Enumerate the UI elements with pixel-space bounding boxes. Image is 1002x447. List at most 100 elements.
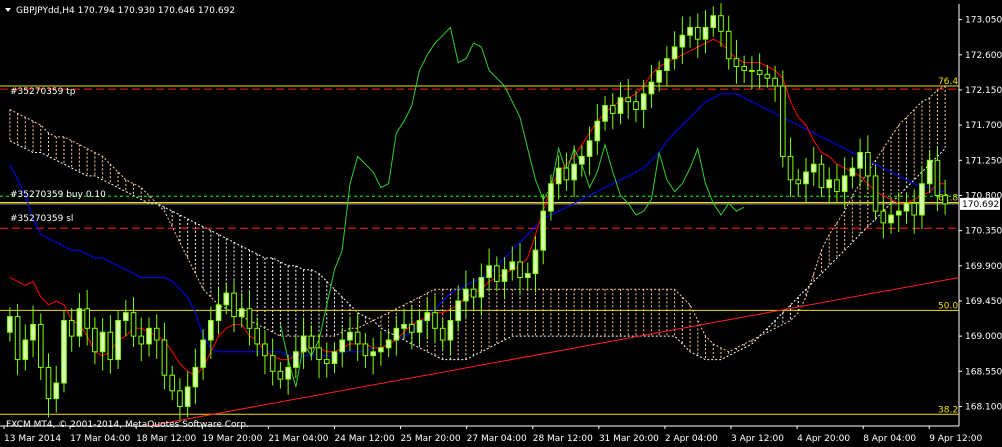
chart-window[interactable]: 76.4 61.8 50.0 38.2 173.050 172.600 172.150 17…	[0, 0, 1002, 447]
bull-candle	[424, 312, 431, 321]
bull-candle	[146, 327, 152, 345]
fib-level-label: 61.8	[938, 193, 958, 203]
bull-candle	[486, 265, 492, 279]
price-axis: 173.050172.600172.150171.700171.250170.8…	[959, 16, 1002, 412]
bear-candle	[107, 331, 114, 361]
bull-candle	[849, 167, 856, 177]
bear-candle	[563, 167, 570, 181]
bull-candle	[841, 175, 848, 193]
price-tick-label: 171.250	[965, 156, 1002, 166]
bull-candle	[238, 308, 245, 318]
bear-candle	[130, 312, 137, 337]
bull-candle	[455, 300, 461, 321]
bull-candle	[53, 382, 60, 400]
bear-candle	[470, 288, 477, 298]
bull-candle	[385, 339, 392, 349]
price-tick-label: 169.000	[965, 332, 1002, 342]
bear-candle	[795, 179, 802, 185]
bear-candle	[277, 370, 284, 380]
bear-candle	[694, 26, 701, 40]
bear-candle	[177, 390, 183, 407]
bull-candle	[285, 366, 291, 380]
time-tick-label: 17 Mar 04:00	[70, 434, 130, 444]
time-tick-label: 4 Apr 20:00	[797, 434, 850, 444]
time-tick-label: 3 Apr 12:00	[731, 434, 784, 444]
time-tick-label: 27 Mar 04:00	[467, 434, 527, 444]
bull-candle	[857, 151, 863, 169]
time-tick-label: 31 Mar 20:00	[599, 434, 659, 444]
time-tick-label: 8 Apr 04:00	[863, 434, 916, 444]
time-tick-label: 18 Mar 12:00	[136, 434, 196, 444]
bull-candle	[293, 351, 299, 368]
bear-candle	[84, 308, 90, 329]
bull-candle	[7, 316, 13, 333]
bear-candle	[865, 151, 871, 177]
bull-candle	[378, 347, 384, 353]
bear-candle	[756, 69, 763, 75]
bull-candle	[76, 308, 83, 337]
bull-candle	[61, 320, 67, 384]
time-tick-label: 13 Mar 2014	[4, 434, 61, 444]
bull-candle	[919, 183, 925, 216]
bull-candle	[401, 323, 407, 329]
bull-candle	[648, 81, 655, 95]
bull-candle	[447, 320, 454, 341]
bull-candle	[594, 120, 601, 142]
bull-candle	[602, 105, 608, 122]
bull-candle	[208, 320, 214, 341]
price-tick-label: 168.550	[965, 367, 1002, 377]
time-tick-label: 19 Mar 20:00	[202, 434, 262, 444]
fib-level-label: 76.4	[938, 77, 958, 87]
bull-candle	[393, 327, 400, 341]
bull-candle	[524, 273, 531, 279]
bear-candle	[153, 327, 160, 341]
bear-candle	[254, 327, 261, 345]
ichimoku-cloud	[9, 85, 946, 361]
bull-candle	[416, 320, 423, 333]
bear-candle	[718, 15, 724, 32]
bull-candle	[640, 93, 647, 110]
bear-candle	[432, 312, 438, 329]
bull-candle	[826, 179, 833, 189]
sl-order-label[interactable]: #35270359 sl	[10, 214, 73, 224]
bull-candle	[810, 163, 817, 173]
fibonacci-levels: 76.4 61.8 50.0 38.2	[0, 77, 959, 415]
bull-candle	[478, 277, 485, 298]
bull-candle	[579, 155, 585, 165]
bull-candle	[30, 323, 36, 341]
bear-candle	[45, 366, 52, 400]
order-levels	[0, 88, 959, 229]
bear-candle	[787, 155, 794, 181]
bear-candle	[362, 343, 369, 357]
price-tick-label: 171.700	[965, 121, 1002, 131]
kijun-sen-line	[9, 93, 946, 357]
bear-candle	[911, 202, 918, 216]
bear-candle	[764, 73, 771, 79]
senkou-span-a-line	[9, 85, 946, 353]
bear-candle	[517, 261, 523, 279]
bull-candle	[710, 15, 717, 28]
tp-order-label[interactable]: #35270359 tp	[10, 87, 76, 97]
price-tick-label: 169.450	[965, 297, 1002, 307]
time-tick-label: 28 Mar 12:00	[533, 434, 593, 444]
bear-candle	[308, 335, 315, 349]
time-tick-label: 9 Apr 12:00	[929, 434, 982, 444]
bull-candle	[184, 386, 191, 407]
bull-candle	[702, 26, 709, 40]
price-tick-label: 173.050	[965, 16, 1002, 26]
bear-candle	[169, 374, 176, 392]
bear-candle	[633, 101, 639, 111]
bull-candle	[671, 46, 678, 60]
bull-candle	[617, 97, 624, 114]
price-chart[interactable]: 76.4 61.8 50.0 38.2 173.050 172.600 172.150 17…	[0, 0, 1002, 447]
bull-candle	[22, 339, 29, 361]
time-tick-label: 25 Mar 20:00	[401, 434, 461, 444]
buy-order-label[interactable]: #35270359 buy 0.10	[10, 190, 106, 200]
bear-candle	[725, 30, 732, 60]
bear-candle	[818, 163, 825, 189]
time-tick-label: 21 Mar 04:00	[268, 434, 328, 444]
bull-candle	[571, 163, 577, 181]
price-tick-label: 170.350	[965, 227, 1002, 237]
bear-candle	[834, 179, 840, 193]
triangle-down-icon[interactable]	[5, 8, 11, 12]
